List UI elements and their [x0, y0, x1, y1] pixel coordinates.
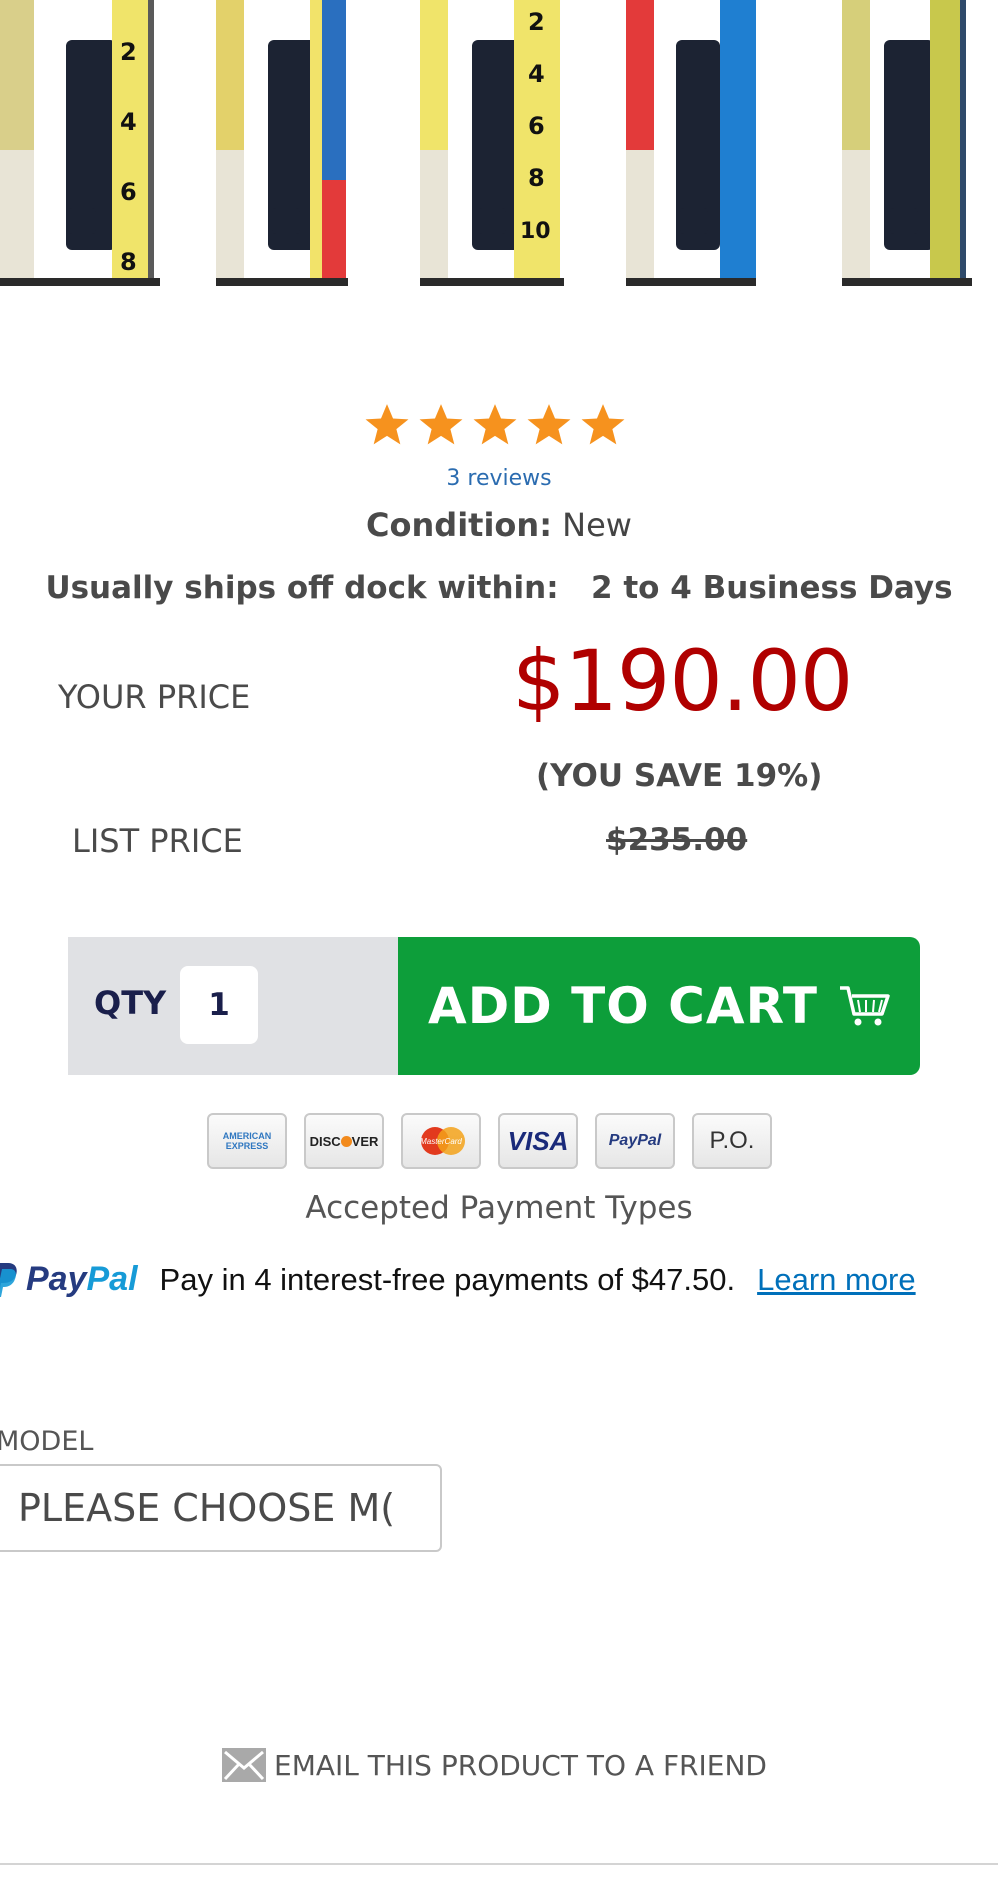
rod-1: 2 4 6 8	[0, 0, 160, 286]
product-image[interactable]: 2 4 6 8 2 4 6 8 10	[0, 0, 998, 286]
add-to-cart-button[interactable]: ADD TO CART	[398, 937, 920, 1075]
list-price-label: LIST PRICE	[72, 822, 243, 860]
email-friend-link[interactable]: EMAIL THIS PRODUCT TO A FRIEND	[222, 1748, 767, 1782]
condition: Condition: New	[0, 506, 998, 544]
rod-3-number-4: 4	[528, 60, 545, 88]
email-friend-label: EMAIL THIS PRODUCT TO A FRIEND	[274, 1748, 767, 1782]
rod-5	[842, 0, 972, 286]
purchase-order-card-icon: P.O.	[692, 1113, 772, 1169]
star-icon	[365, 404, 409, 445]
payment-cards: AMERICAN EXPRESS DISC VER MasterCard VIS…	[207, 1113, 772, 1169]
paypal-p-icon	[0, 1262, 17, 1297]
paypal-card-icon: PayPal	[595, 1113, 675, 1169]
discover-card-icon: DISC VER	[304, 1113, 384, 1169]
rod-3-number-2: 2	[528, 8, 545, 36]
condition-value: New	[562, 506, 632, 544]
add-to-cart-label: ADD TO CART	[428, 977, 818, 1035]
rod-3-number-8: 8	[528, 164, 545, 192]
model-label: MODEL	[0, 1426, 94, 1457]
your-price-label: YOUR PRICE	[58, 678, 251, 716]
list-price: $235.00	[606, 822, 748, 858]
envelope-icon	[222, 1748, 266, 1782]
rating-stars[interactable]	[360, 400, 630, 450]
amex-card-icon: AMERICAN EXPRESS	[207, 1113, 287, 1169]
learn-more-link[interactable]: Learn more	[757, 1262, 916, 1298]
shipping-label: Usually ships off dock within:	[45, 570, 559, 606]
star-icon	[419, 404, 463, 445]
rod-3-number-6: 6	[528, 112, 545, 140]
model-select-placeholder: PLEASE CHOOSE M(	[18, 1486, 396, 1530]
paypal-logo: PayPal	[0, 1260, 138, 1299]
shipping-value: 2 to 4 Business Days	[591, 570, 953, 606]
qty-label: QTY	[94, 984, 167, 1022]
rod-3: 2 4 6 8 10	[420, 0, 564, 286]
paypal-logo-pal: Pal	[86, 1260, 138, 1298]
rod-3-number-10: 10	[520, 219, 551, 244]
rod-1-number-2: 2	[120, 38, 137, 66]
rod-1-number-6: 6	[120, 178, 137, 206]
reviews-link[interactable]: 3 reviews	[0, 466, 998, 491]
paypal-offer-text: Pay in 4 interest-free payments of $47.5…	[159, 1261, 736, 1297]
rod-1-number-8: 8	[120, 248, 137, 276]
star-icon	[581, 404, 625, 445]
leveling-rods-image: 2 4 6 8 2 4 6 8 10	[0, 0, 998, 286]
shipping-info: Usually ships off dock within: 2 to 4 Bu…	[0, 570, 998, 606]
star-icon	[527, 404, 571, 445]
condition-label: Condition:	[366, 506, 552, 544]
you-save: (YOU SAVE 19%)	[536, 758, 823, 794]
section-divider	[0, 1863, 998, 1865]
accepted-payment-caption: Accepted Payment Types	[305, 1190, 693, 1226]
cart-icon	[839, 986, 890, 1026]
qty-input[interactable]	[180, 966, 258, 1044]
your-price: $190.00	[512, 632, 853, 730]
star-icon	[473, 404, 517, 445]
model-select[interactable]: PLEASE CHOOSE M(	[0, 1464, 442, 1552]
rod-1-number-4: 4	[120, 108, 137, 136]
paypal-logo-pay: Pay	[26, 1260, 87, 1298]
visa-card-icon: VISA	[498, 1113, 578, 1169]
paypal-pay-in-4: PayPal Pay in 4 interest-free payments o…	[0, 1260, 916, 1299]
mastercard-card-icon: MasterCard	[401, 1113, 481, 1169]
rod-2	[216, 0, 348, 286]
rod-4	[626, 0, 756, 286]
